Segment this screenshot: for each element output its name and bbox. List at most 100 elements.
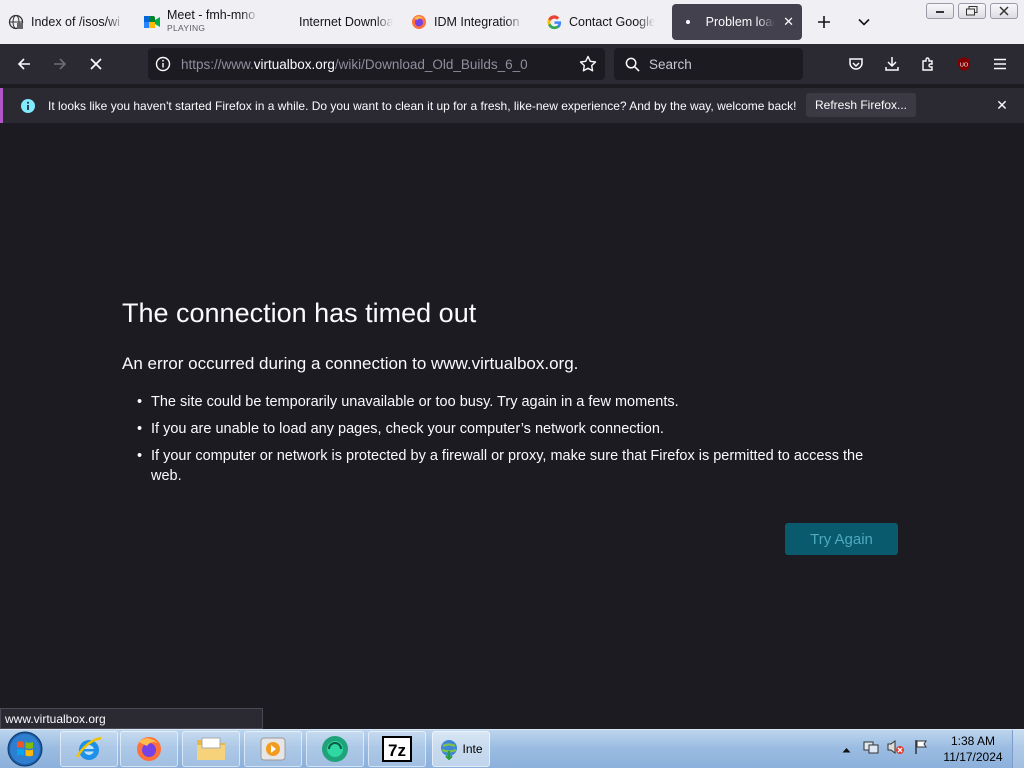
tab-google-meet[interactable]: Meet - fmh-mno PLAYING [144,4,264,40]
info-icon [20,98,36,114]
taskbar-file-explorer[interactable] [182,731,240,767]
close-notification-icon[interactable]: ✕ [993,96,1011,114]
taskbar-firefox[interactable] [120,731,178,767]
error-title: The connection has timed out [122,298,477,328]
minimize-icon [936,11,944,13]
green-app-icon [322,736,348,762]
idm-globe-icon [441,740,458,760]
arrow-right-icon [54,58,67,70]
start-button[interactable] [4,730,46,768]
search-placeholder: Search [649,56,692,72]
action-center-flag-icon[interactable] [913,739,929,760]
forward-button[interactable] [48,52,72,76]
tab-title: Problem loadi [705,15,776,29]
google-meet-icon [144,14,160,30]
error-page: The connection has timed out An error oc… [0,124,1024,706]
back-button[interactable] [12,52,36,76]
svg-text:7z: 7z [388,741,406,760]
taskbar-7zip[interactable]: 7z [368,731,426,767]
network-tray-icon[interactable] [863,739,879,760]
folder-icon [197,737,225,760]
firefox-icon [137,737,161,761]
plus-icon [818,16,830,28]
list-item: The site could be temporarily unavailabl… [137,392,897,412]
tab-contact-google[interactable]: Contact Google [546,4,656,40]
url-path: /wiki/Download_Old_Builds_6_0 [334,56,528,72]
taskbar-internet-explorer[interactable] [60,731,118,767]
system-clock[interactable]: 1:38 AM 11/17/2024 [938,733,1008,765]
tab-internet-download[interactable]: Internet Downloa [299,4,393,40]
downloads-button[interactable] [880,52,904,76]
close-window-button[interactable] [990,3,1018,19]
system-tray [842,730,929,768]
tab-title: Meet - fmh-mno [167,9,259,22]
minimize-button[interactable] [926,3,954,19]
taskbar-button-label: Inte [462,742,483,756]
url-host: virtualbox.org [253,56,335,72]
close-icon [999,6,1009,16]
navigation-toolbar: https://www.virtualbox.org/wiki/Download… [0,44,1024,84]
extensions-button[interactable] [916,52,940,76]
error-suggestions-list: The site could be temporarily unavailabl… [137,392,897,493]
tab-idm-integration[interactable]: IDM Integration [411,4,527,40]
refresh-firefox-notification: It looks like you haven't started Firefo… [0,88,1024,123]
close-tab-icon[interactable]: ✕ [783,14,794,30]
tab-playing-label: PLAYING [167,23,206,33]
clock-date: 11/17/2024 [943,750,1003,764]
tab-title: Index of /isos/wi [31,15,125,29]
clock-time: 1:38 AM [950,734,996,748]
tab-problem-loading[interactable]: Problem loadi ✕ [672,4,802,40]
stop-button[interactable] [84,52,108,76]
notification-message: It looks like you haven't started Firefo… [48,98,797,113]
list-item: If you are unable to load any pages, che… [137,419,897,439]
google-g-icon [546,14,562,30]
url-prefix: https://www. [181,56,254,72]
windows-start-orb-icon [7,731,43,767]
media-player-icon [260,737,286,761]
restore-button[interactable] [958,3,986,19]
ublock-icon: UO [958,57,970,71]
url-bar[interactable]: https://www.virtualbox.org/wiki/Download… [148,48,605,80]
search-bar[interactable]: Search [614,48,803,80]
firefox-icon [411,14,427,30]
refresh-firefox-button[interactable]: Refresh Firefox... [806,93,916,117]
list-all-tabs-button[interactable] [852,10,876,34]
search-icon [625,57,640,72]
arrow-left-icon [17,58,30,70]
app-menu-button[interactable] [988,52,1012,76]
status-link-preview: www.virtualbox.org [0,708,263,729]
hamburger-menu-icon [994,58,1006,70]
tab-title: Internet Downloa [299,15,393,29]
list-item: If your computer or network is protected… [137,446,897,486]
bookmark-star-icon[interactable] [579,55,597,78]
restore-icon [966,6,978,16]
new-tab-button[interactable] [812,10,836,34]
tab-title: IDM Integration [434,15,524,29]
tab-index-isos[interactable]: Index of /isos/wi [8,4,126,40]
pocket-icon [849,58,863,70]
svg-text:UO: UO [960,63,969,69]
pocket-button[interactable] [844,52,868,76]
taskbar-internet-download-manager[interactable]: Inte [432,731,490,767]
tab-strip: Index of /isos/wi Meet - fmh-mno PLAYING… [0,0,1024,44]
download-icon [885,57,899,71]
ublock-origin-button[interactable]: UO [952,52,976,76]
url-text[interactable]: https://www.virtualbox.org/wiki/Download… [181,57,528,72]
show-hidden-icons-button[interactable] [842,740,851,758]
tab-title: Contact Google [569,15,655,29]
server-globe-icon [8,14,24,30]
puzzle-icon [922,57,933,71]
windows-taskbar: 7z Inte 1:38 AM 11/17/2024 [0,729,1024,768]
loading-dot-icon [686,20,690,24]
error-subtitle: An error occurred during a connection to… [122,354,579,373]
info-icon[interactable] [155,56,171,77]
try-again-button[interactable]: Try Again [785,523,898,555]
chevron-up-icon [842,748,851,753]
volume-muted-icon[interactable] [887,739,905,760]
taskbar-app-green[interactable] [306,731,364,767]
chevron-down-icon [858,18,870,26]
show-desktop-button[interactable] [1012,730,1024,768]
7zip-icon: 7z [382,736,412,762]
taskbar-media-player[interactable] [244,731,302,767]
internet-explorer-icon [75,736,102,760]
